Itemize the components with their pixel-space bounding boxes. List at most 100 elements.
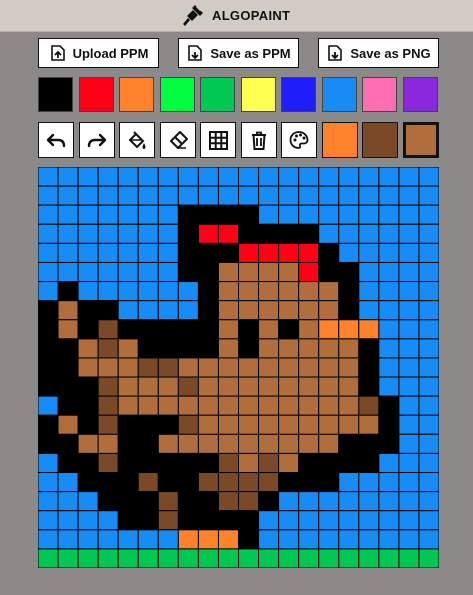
canvas-pixel[interactable] bbox=[137, 223, 159, 244]
canvas-pixel[interactable] bbox=[298, 261, 320, 283]
canvas-pixel[interactable] bbox=[358, 452, 380, 474]
canvas-pixel[interactable] bbox=[197, 452, 219, 474]
canvas-pixel[interactable] bbox=[378, 357, 400, 378]
canvas-pixel[interactable] bbox=[238, 548, 260, 568]
canvas-pixel[interactable] bbox=[57, 242, 79, 263]
canvas-pixel[interactable] bbox=[338, 281, 360, 302]
canvas-pixel[interactable] bbox=[338, 185, 360, 206]
canvas-pixel[interactable] bbox=[197, 433, 219, 454]
canvas-pixel[interactable] bbox=[338, 452, 360, 474]
canvas-pixel[interactable] bbox=[217, 548, 239, 568]
canvas-pixel[interactable] bbox=[238, 223, 260, 244]
canvas-pixel[interactable] bbox=[338, 529, 360, 550]
canvas-pixel[interactable] bbox=[318, 300, 340, 321]
canvas-pixel[interactable] bbox=[117, 395, 139, 416]
canvas-pixel[interactable] bbox=[137, 414, 159, 435]
canvas-pixel[interactable] bbox=[358, 491, 380, 512]
canvas-pixel[interactable] bbox=[358, 204, 380, 225]
canvas-pixel[interactable] bbox=[258, 376, 280, 397]
canvas-pixel[interactable] bbox=[298, 357, 320, 378]
canvas-pixel[interactable] bbox=[117, 261, 139, 283]
canvas-pixel[interactable] bbox=[298, 185, 320, 206]
canvas-pixel[interactable] bbox=[258, 319, 280, 340]
canvas-pixel[interactable] bbox=[77, 167, 99, 187]
canvas-pixel[interactable] bbox=[97, 395, 119, 416]
canvas-pixel[interactable] bbox=[137, 395, 159, 416]
canvas-pixel[interactable] bbox=[258, 223, 280, 244]
canvas-pixel[interactable] bbox=[258, 338, 280, 359]
palette-swatch[interactable] bbox=[159, 77, 195, 112]
canvas-pixel[interactable] bbox=[318, 414, 340, 435]
canvas-pixel[interactable] bbox=[57, 376, 79, 397]
canvas-pixel[interactable] bbox=[378, 185, 400, 206]
canvas-pixel[interactable] bbox=[38, 167, 59, 187]
palette-swatch[interactable] bbox=[200, 77, 235, 112]
canvas-pixel[interactable] bbox=[418, 338, 439, 359]
canvas-pixel[interactable] bbox=[177, 472, 199, 493]
canvas-pixel[interactable] bbox=[378, 242, 400, 263]
canvas-pixel[interactable] bbox=[177, 548, 199, 568]
canvas-pixel[interactable] bbox=[117, 433, 139, 454]
canvas-pixel[interactable] bbox=[197, 167, 219, 187]
canvas-pixel[interactable] bbox=[77, 357, 99, 378]
canvas-pixel[interactable] bbox=[97, 338, 119, 359]
canvas-pixel[interactable] bbox=[117, 357, 139, 378]
canvas-pixel[interactable] bbox=[217, 185, 239, 206]
canvas-pixel[interactable] bbox=[137, 452, 159, 474]
canvas-pixel[interactable] bbox=[418, 319, 439, 340]
canvas-pixel[interactable] bbox=[177, 204, 199, 225]
canvas-pixel[interactable] bbox=[177, 319, 199, 340]
canvas-pixel[interactable] bbox=[238, 376, 260, 397]
canvas-pixel[interactable] bbox=[57, 357, 79, 378]
canvas-pixel[interactable] bbox=[258, 472, 280, 493]
canvas-pixel[interactable] bbox=[258, 300, 280, 321]
canvas-pixel[interactable] bbox=[97, 376, 119, 397]
canvas-pixel[interactable] bbox=[197, 281, 219, 302]
canvas-pixel[interactable] bbox=[217, 529, 239, 550]
canvas-pixel[interactable] bbox=[278, 242, 300, 263]
canvas-pixel[interactable] bbox=[197, 261, 219, 283]
canvas-pixel[interactable] bbox=[97, 242, 119, 263]
canvas-pixel[interactable] bbox=[117, 491, 139, 512]
canvas-pixel[interactable] bbox=[358, 548, 380, 568]
canvas-pixel[interactable] bbox=[177, 433, 199, 454]
canvas-pixel[interactable] bbox=[358, 472, 380, 493]
canvas-pixel[interactable] bbox=[177, 376, 199, 397]
canvas-pixel[interactable] bbox=[298, 491, 320, 512]
canvas-pixel[interactable] bbox=[77, 395, 99, 416]
canvas-pixel[interactable] bbox=[197, 376, 219, 397]
palette-swatch[interactable] bbox=[38, 77, 73, 112]
clear-canvas-button[interactable] bbox=[240, 122, 277, 158]
canvas-pixel[interactable] bbox=[398, 510, 420, 531]
canvas-pixel[interactable] bbox=[97, 414, 119, 435]
canvas-pixel[interactable] bbox=[197, 223, 219, 244]
canvas-pixel[interactable] bbox=[177, 185, 199, 206]
canvas-pixel[interactable] bbox=[38, 300, 59, 321]
canvas-pixel[interactable] bbox=[97, 281, 119, 302]
canvas-pixel[interactable] bbox=[358, 510, 380, 531]
canvas-pixel[interactable] bbox=[418, 491, 439, 512]
canvas-pixel[interactable] bbox=[97, 167, 119, 187]
canvas-pixel[interactable] bbox=[318, 167, 340, 187]
canvas-pixel[interactable] bbox=[217, 281, 239, 302]
canvas-pixel[interactable] bbox=[378, 414, 400, 435]
canvas-pixel[interactable] bbox=[197, 472, 219, 493]
canvas-pixel[interactable] bbox=[258, 491, 280, 512]
canvas-pixel[interactable] bbox=[137, 491, 159, 512]
canvas-pixel[interactable] bbox=[398, 433, 420, 454]
canvas-pixel[interactable] bbox=[57, 185, 79, 206]
canvas-pixel[interactable] bbox=[57, 433, 79, 454]
canvas-pixel[interactable] bbox=[298, 433, 320, 454]
canvas-pixel[interactable] bbox=[57, 452, 79, 474]
canvas-pixel[interactable] bbox=[298, 452, 320, 474]
canvas-pixel[interactable] bbox=[338, 548, 360, 568]
canvas-pixel[interactable] bbox=[38, 261, 59, 283]
canvas-pixel[interactable] bbox=[97, 319, 119, 340]
canvas-pixel[interactable] bbox=[378, 204, 400, 225]
canvas-pixel[interactable] bbox=[217, 395, 239, 416]
canvas-pixel[interactable] bbox=[77, 414, 99, 435]
canvas-pixel[interactable] bbox=[378, 510, 400, 531]
canvas-pixel[interactable] bbox=[258, 185, 280, 206]
canvas-pixel[interactable] bbox=[298, 223, 320, 244]
canvas-pixel[interactable] bbox=[418, 223, 439, 244]
